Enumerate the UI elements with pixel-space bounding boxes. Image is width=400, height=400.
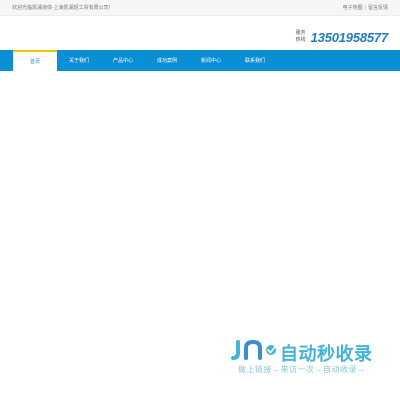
hotline: 服务热线 13501958577 — [295, 26, 389, 48]
nav-item-about[interactable]: 关于我们 — [57, 50, 101, 71]
site-header: 服务热线 13501958577 — [0, 16, 400, 50]
nav-item-products[interactable]: 产品中心 — [101, 50, 145, 71]
watermark-logo-icon — [231, 339, 276, 360]
watermark: 自动秒收录 做上链接→来访一次→自动收录→ — [230, 337, 390, 379]
top-bar: 欢迎光临凯澜液体-上海凯澜轻工贸有限公司! 电子地图 | 留言反馈 — [0, 0, 400, 16]
top-links: 电子地图 | 留言反馈 — [343, 4, 388, 11]
nav-list: 首页 关于我们 产品中心 成功案例 新闻中心 联系我们 — [13, 50, 277, 71]
hotline-number[interactable]: 13501958577 — [311, 30, 389, 45]
feedback-link[interactable]: 留言反馈 — [368, 5, 388, 11]
hotline-label: 服务热线 — [295, 30, 306, 43]
welcome-text: 欢迎光临凯澜液体-上海凯澜轻工贸有限公司! — [12, 5, 111, 11]
watermark-slogan: 做上链接→来访一次→自动收录→ — [238, 365, 366, 374]
watermark-title: 自动秒收录 — [280, 344, 373, 364]
nav-item-news[interactable]: 新闻中心 — [189, 50, 233, 71]
nav-item-cases[interactable]: 成功案例 — [145, 50, 189, 71]
map-link[interactable]: 电子地图 — [343, 5, 363, 11]
nav-item-contact[interactable]: 联系我们 — [233, 50, 277, 71]
nav-item-home[interactable]: 首页 — [13, 50, 57, 71]
main-nav: 首页 关于我们 产品中心 成功案例 新闻中心 联系我们 — [0, 50, 400, 71]
link-divider: | — [364, 5, 366, 11]
page: 欢迎光临凯澜液体-上海凯澜轻工贸有限公司! 电子地图 | 留言反馈 服务热线 135… — [0, 0, 400, 400]
